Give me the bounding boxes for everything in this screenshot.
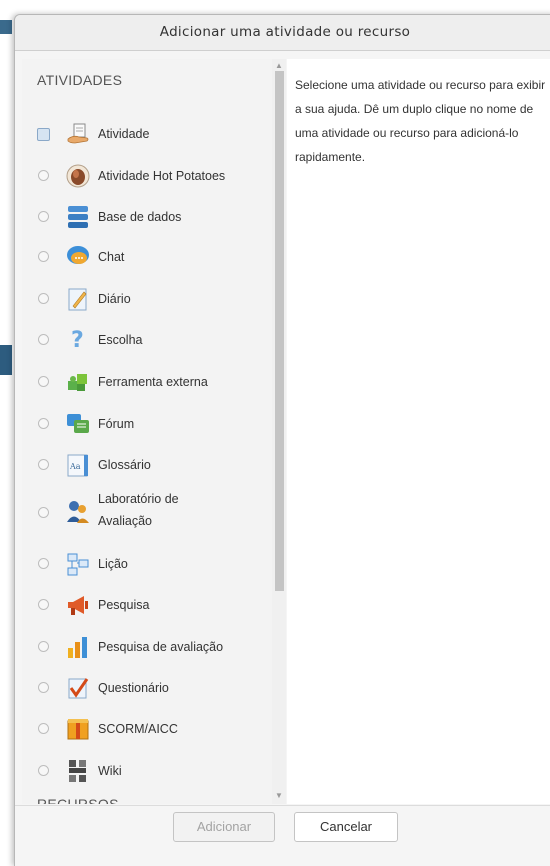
svg-text:Aa: Aa [69, 462, 81, 471]
assignment-hand-icon [67, 123, 89, 144]
add-button[interactable]: Adicionar [173, 812, 275, 842]
bar-chart-icon [68, 637, 87, 658]
option-label: Chat [98, 250, 125, 264]
option-laboratorio-de-avaliacao[interactable]: Laboratório de Avaliação [22, 489, 267, 533]
options-list[interactable]: ATIVIDADES Atividade Atividade Hot Potat… [22, 59, 272, 804]
scroll-up-icon[interactable]: ▲ [275, 61, 283, 70]
database-icon [68, 206, 88, 228]
forum-icon [67, 414, 89, 433]
page-background [0, 0, 14, 858]
option-base-de-dados[interactable]: Base de dados [22, 204, 267, 230]
puzzle-piece-icon [68, 374, 87, 391]
help-text: Selecione uma atividade ou recurso para … [295, 73, 550, 169]
svg-text:?: ? [71, 328, 84, 353]
question-mark-icon: ? [71, 328, 84, 353]
option-radio[interactable] [38, 418, 49, 429]
option-radio[interactable] [38, 723, 49, 734]
option-radio[interactable] [38, 459, 49, 470]
option-label-line2: Avaliação [98, 514, 152, 528]
dialog-title: Adicionar uma atividade ou recurso [15, 15, 550, 51]
dialog-footer: Adicionar Cancelar [15, 805, 550, 866]
option-scorm-aicc[interactable]: SCORM/AICC [22, 716, 267, 742]
scroll-thumb[interactable] [275, 71, 284, 591]
add-activity-dialog: Adicionar uma atividade ou recurso ATIVI… [14, 14, 550, 866]
option-ferramenta-externa[interactable]: Ferramenta externa [22, 369, 267, 395]
option-radio[interactable] [38, 334, 49, 345]
option-chat[interactable]: Chat [22, 244, 267, 270]
chat-bubble-icon [67, 246, 89, 264]
background-bar [0, 345, 12, 375]
option-label: Pesquisa de avaliação [98, 640, 224, 654]
option-questionario[interactable]: Questionário [22, 675, 267, 701]
option-pesquisa[interactable]: Pesquisa [22, 592, 267, 618]
option-radio[interactable] [38, 170, 49, 181]
option-label: Fórum [98, 417, 135, 431]
scroll-down-icon[interactable]: ▼ [275, 791, 283, 800]
option-radio[interactable] [38, 376, 49, 387]
option-label: Questionário [98, 681, 169, 695]
option-radio[interactable] [38, 211, 49, 222]
resources-heading: RECURSOS [37, 796, 119, 804]
option-atividade[interactable]: Atividade [22, 121, 267, 147]
option-pesquisa-de-avaliacao[interactable]: Pesquisa de avaliação [22, 634, 267, 660]
option-label: Atividade Hot Potatoes [98, 169, 226, 183]
option-label: Lição [98, 557, 128, 571]
option-label: Ferramenta externa [98, 375, 208, 389]
help-panel: Selecione uma atividade ou recurso para … [287, 59, 550, 804]
lesson-flowchart-icon [67, 553, 89, 576]
help-line: a sua ajuda. Dê um duplo clique no nome … [295, 102, 534, 116]
megaphone-icon [68, 596, 88, 615]
option-glossario[interactable]: Aa Glossário [22, 452, 267, 478]
option-forum[interactable]: Fórum [22, 411, 267, 437]
journal-pencil-icon [68, 288, 87, 311]
hot-potatoes-icon [66, 164, 90, 188]
option-escolha[interactable]: ? Escolha [22, 327, 267, 353]
option-label: Pesquisa [98, 598, 150, 612]
option-label: Base de dados [98, 210, 182, 224]
option-radio[interactable] [38, 599, 49, 610]
option-radio[interactable] [38, 682, 49, 693]
option-hot-potatoes[interactable]: Atividade Hot Potatoes [22, 163, 267, 189]
option-licao[interactable]: Lição [22, 551, 267, 577]
workshop-people-icon [67, 501, 89, 523]
help-line: uma atividade ou recurso para adicioná-l… [295, 126, 519, 140]
option-radio[interactable] [38, 251, 49, 262]
option-label: Atividade [98, 127, 150, 141]
option-radio[interactable] [37, 128, 50, 141]
option-label: Diário [98, 292, 131, 306]
scorm-package-icon [67, 719, 89, 740]
wiki-icon [69, 760, 86, 782]
background-bar [0, 20, 12, 34]
option-radio[interactable] [38, 293, 49, 304]
help-line: rapidamente. [295, 150, 366, 164]
option-diario[interactable]: Diário [22, 286, 267, 312]
glossary-book-icon: Aa [67, 454, 88, 477]
cancel-button[interactable]: Cancelar [294, 812, 398, 842]
option-label: Wiki [98, 764, 122, 778]
option-radio[interactable] [38, 507, 49, 518]
activities-heading: ATIVIDADES [37, 72, 123, 88]
options-scrollbar[interactable]: ▲ ▼ [272, 59, 286, 804]
option-radio[interactable] [38, 765, 49, 776]
option-label: Escolha [98, 333, 143, 347]
option-label: Glossário [98, 458, 151, 472]
option-radio[interactable] [38, 641, 49, 652]
option-label: SCORM/AICC [98, 722, 178, 736]
option-label-line1: Laboratório de [98, 492, 179, 506]
checkmark-quiz-icon [68, 678, 89, 699]
option-radio[interactable] [38, 558, 49, 569]
option-wiki[interactable]: Wiki [22, 758, 267, 784]
help-line: Selecione uma atividade ou recurso para … [295, 78, 546, 92]
